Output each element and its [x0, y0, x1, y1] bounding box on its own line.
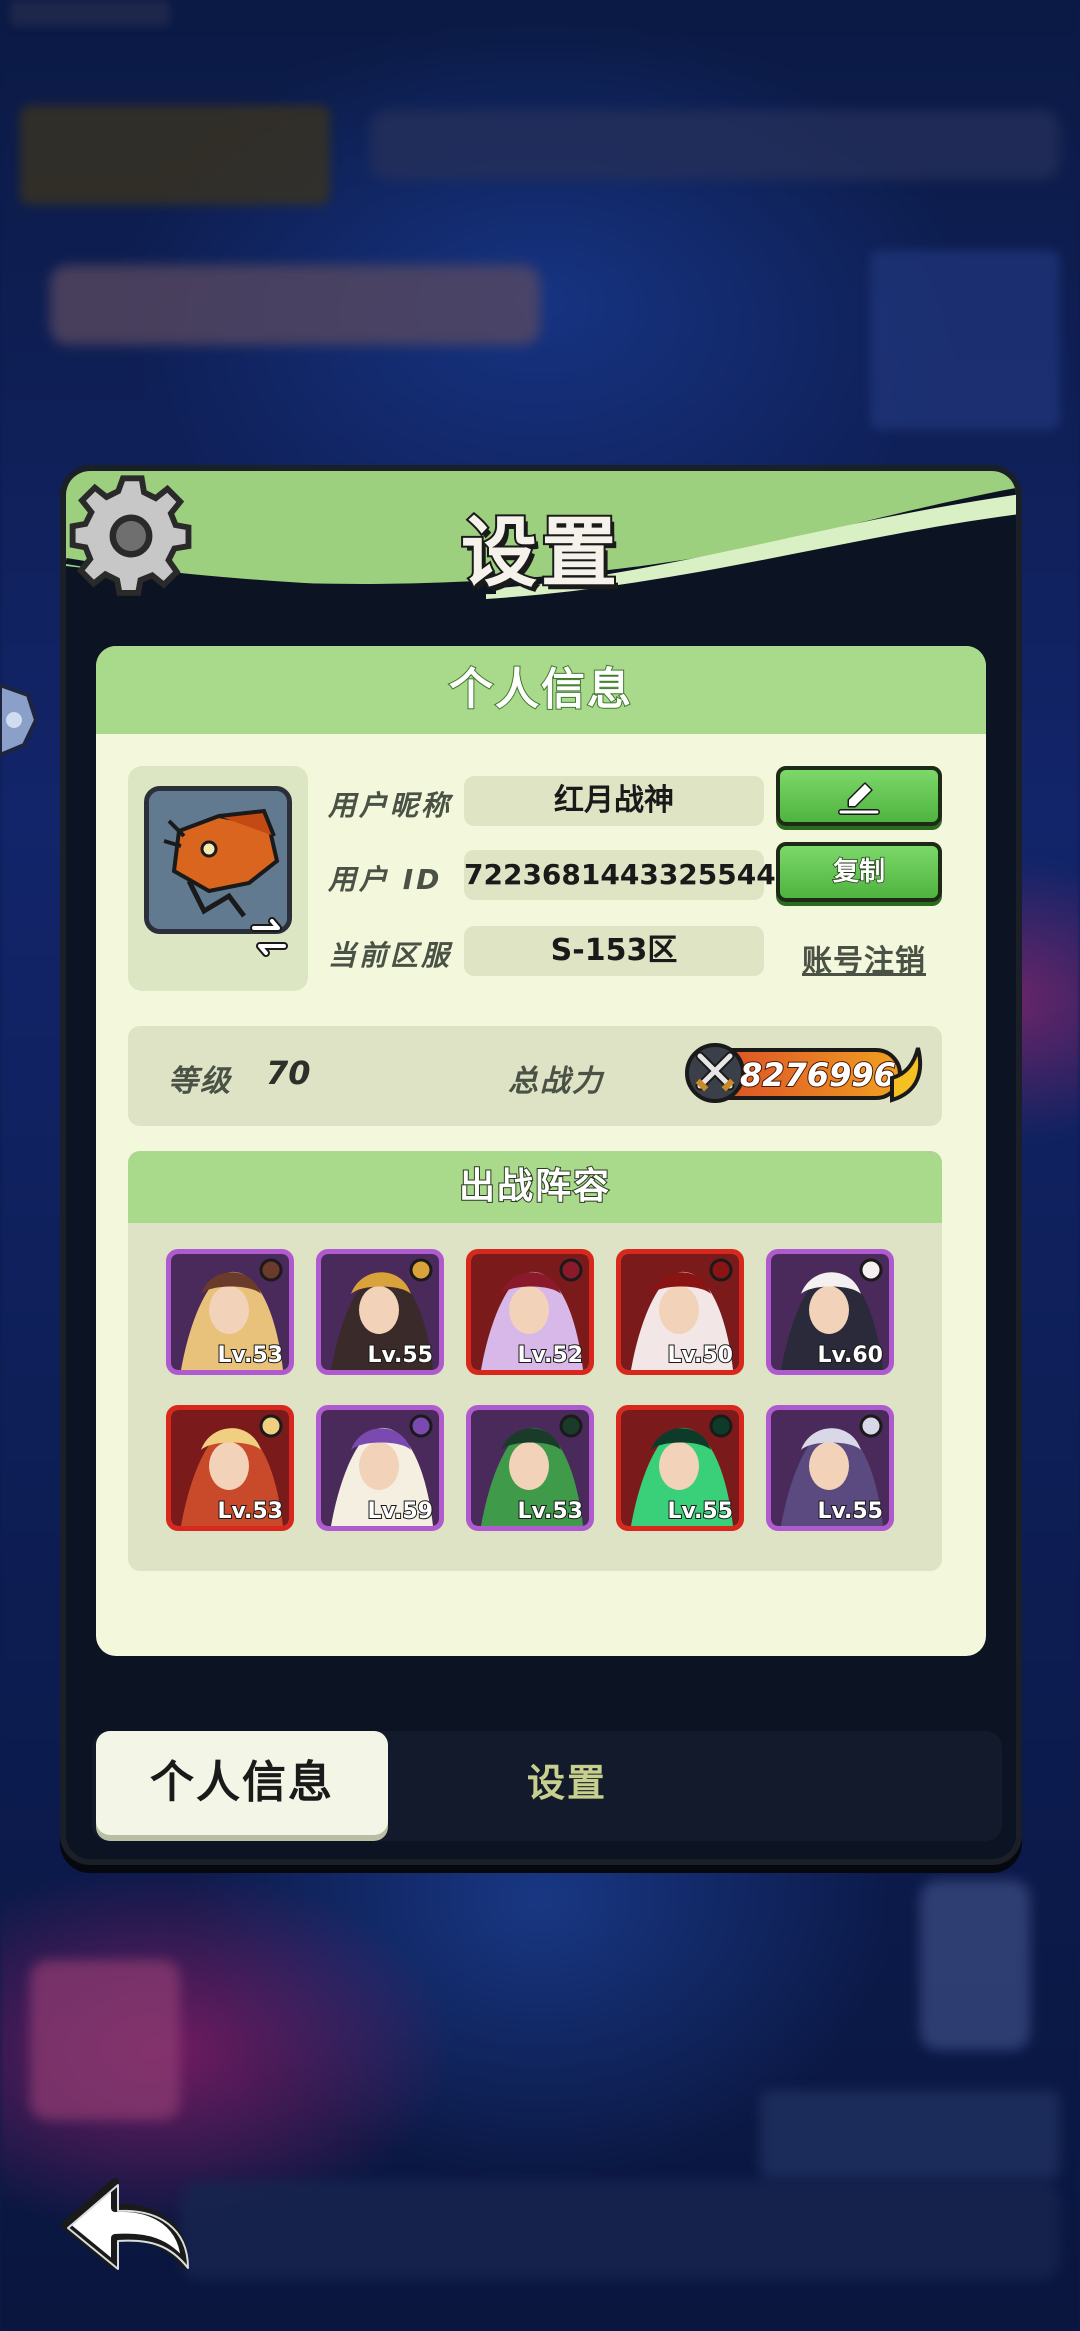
section-title: 个人信息 [96, 646, 986, 734]
background-minimap [870, 250, 1060, 430]
hero-level: Lv.53 [516, 1498, 584, 1525]
power-badge: 8276996 [685, 1043, 923, 1103]
background-resource-bar [370, 110, 1060, 180]
hero-card[interactable]: Lv.55 [766, 1405, 894, 1531]
hero-card[interactable]: Lv.52 [466, 1249, 594, 1375]
nickname-value: 红月战神 [464, 776, 764, 826]
avatar[interactable] [144, 786, 292, 934]
edit-nickname-button[interactable] [776, 766, 942, 826]
element-badge-icon [709, 1258, 733, 1282]
side-menu-icon [0, 682, 39, 758]
background-chat-box [760, 2090, 1060, 2180]
delete-account-link[interactable]: 账号注销 [784, 936, 944, 980]
profile-card: 个人信息 用户昵称 红月战神 用户 ID 72236814433255446 复… [96, 646, 986, 1656]
hero-level: Lv.55 [666, 1498, 734, 1525]
level-value: 70 [266, 1054, 311, 1092]
tab-bar: 个人信息 设置 [92, 1731, 1002, 1841]
hero-grid: Lv.53 Lv.55 Lv.52 Lv.50 Lv.60 Lv.53 Lv.59 Lv.53… [166, 1249, 906, 1531]
id-label: 用户 ID [328, 863, 443, 896]
flame-tail-icon [890, 1047, 923, 1103]
server-value: S-153区 [464, 926, 764, 976]
hero-level: Lv.50 [666, 1342, 734, 1369]
element-badge-icon [409, 1414, 433, 1438]
tab-settings[interactable]: 设置 [487, 1731, 647, 1835]
hero-card[interactable]: Lv.53 [166, 1249, 294, 1375]
level-label: 等级 [168, 1064, 232, 1099]
hero-level: Lv.52 [516, 1342, 584, 1369]
element-badge-icon [859, 1414, 883, 1438]
hero-level: Lv.53 [216, 1342, 284, 1369]
back-arrow-icon[interactable] [55, 2170, 195, 2280]
element-badge-icon [709, 1414, 733, 1438]
hero-card[interactable]: Lv.55 [616, 1405, 744, 1531]
background-player-panel [20, 105, 330, 205]
hero-card[interactable]: Lv.60 [766, 1249, 894, 1375]
server-label: 当前区服 [328, 939, 453, 972]
element-badge-icon [859, 1258, 883, 1282]
crossed-swords-icon [685, 1043, 745, 1103]
hero-level: Lv.55 [366, 1342, 434, 1369]
settings-dialog: 设置 个人信息 用户昵称 红月战神 用户 ID 7223681443325544… [60, 465, 1022, 1865]
hero-card[interactable]: Lv.53 [466, 1405, 594, 1531]
hero-card[interactable]: Lv.50 [616, 1249, 744, 1375]
stats-bar: 等级 70 总战力 8276996 [128, 1026, 942, 1126]
nickname-label: 用户昵称 [328, 789, 453, 822]
background-event-icons [50, 265, 540, 345]
hero-card[interactable]: Lv.53 [166, 1405, 294, 1531]
avatar-box [128, 766, 308, 991]
power-value: 8276996 [739, 1055, 897, 1095]
element-badge-icon [409, 1258, 433, 1282]
dialog-header: 设置 [66, 471, 1016, 611]
hero-card[interactable]: Lv.59 [316, 1405, 444, 1531]
hero-level: Lv.53 [216, 1498, 284, 1525]
dialog-title: 设置 [459, 506, 621, 599]
background-bottom-bar [180, 2180, 1060, 2280]
element-badge-icon [259, 1258, 283, 1282]
team-lineup: 出战阵容 Lv.53 Lv.55 Lv.52 Lv.50 Lv.60 Lv.53 Lv.59… [128, 1151, 942, 1571]
background-building [30, 1960, 180, 2120]
element-badge-icon [259, 1414, 283, 1438]
swap-avatar-icon[interactable] [248, 916, 290, 958]
copy-id-button[interactable]: 复制 [776, 842, 942, 902]
team-title: 出战阵容 [128, 1151, 942, 1223]
element-badge-icon [559, 1414, 583, 1438]
hero-level: Lv.60 [816, 1342, 884, 1369]
power-label: 总战力 [508, 1064, 604, 1099]
hero-card[interactable]: Lv.55 [316, 1249, 444, 1375]
tab-profile[interactable]: 个人信息 [96, 1731, 388, 1835]
background-building [920, 1880, 1030, 2050]
id-value: 72236814433255446 [464, 850, 795, 900]
hero-level: Lv.59 [366, 1498, 434, 1525]
pencil-icon [838, 782, 880, 815]
avatar-portrait [149, 791, 287, 929]
element-badge-icon [559, 1258, 583, 1282]
status-bar [10, 0, 170, 26]
hero-level: Lv.55 [816, 1498, 884, 1525]
